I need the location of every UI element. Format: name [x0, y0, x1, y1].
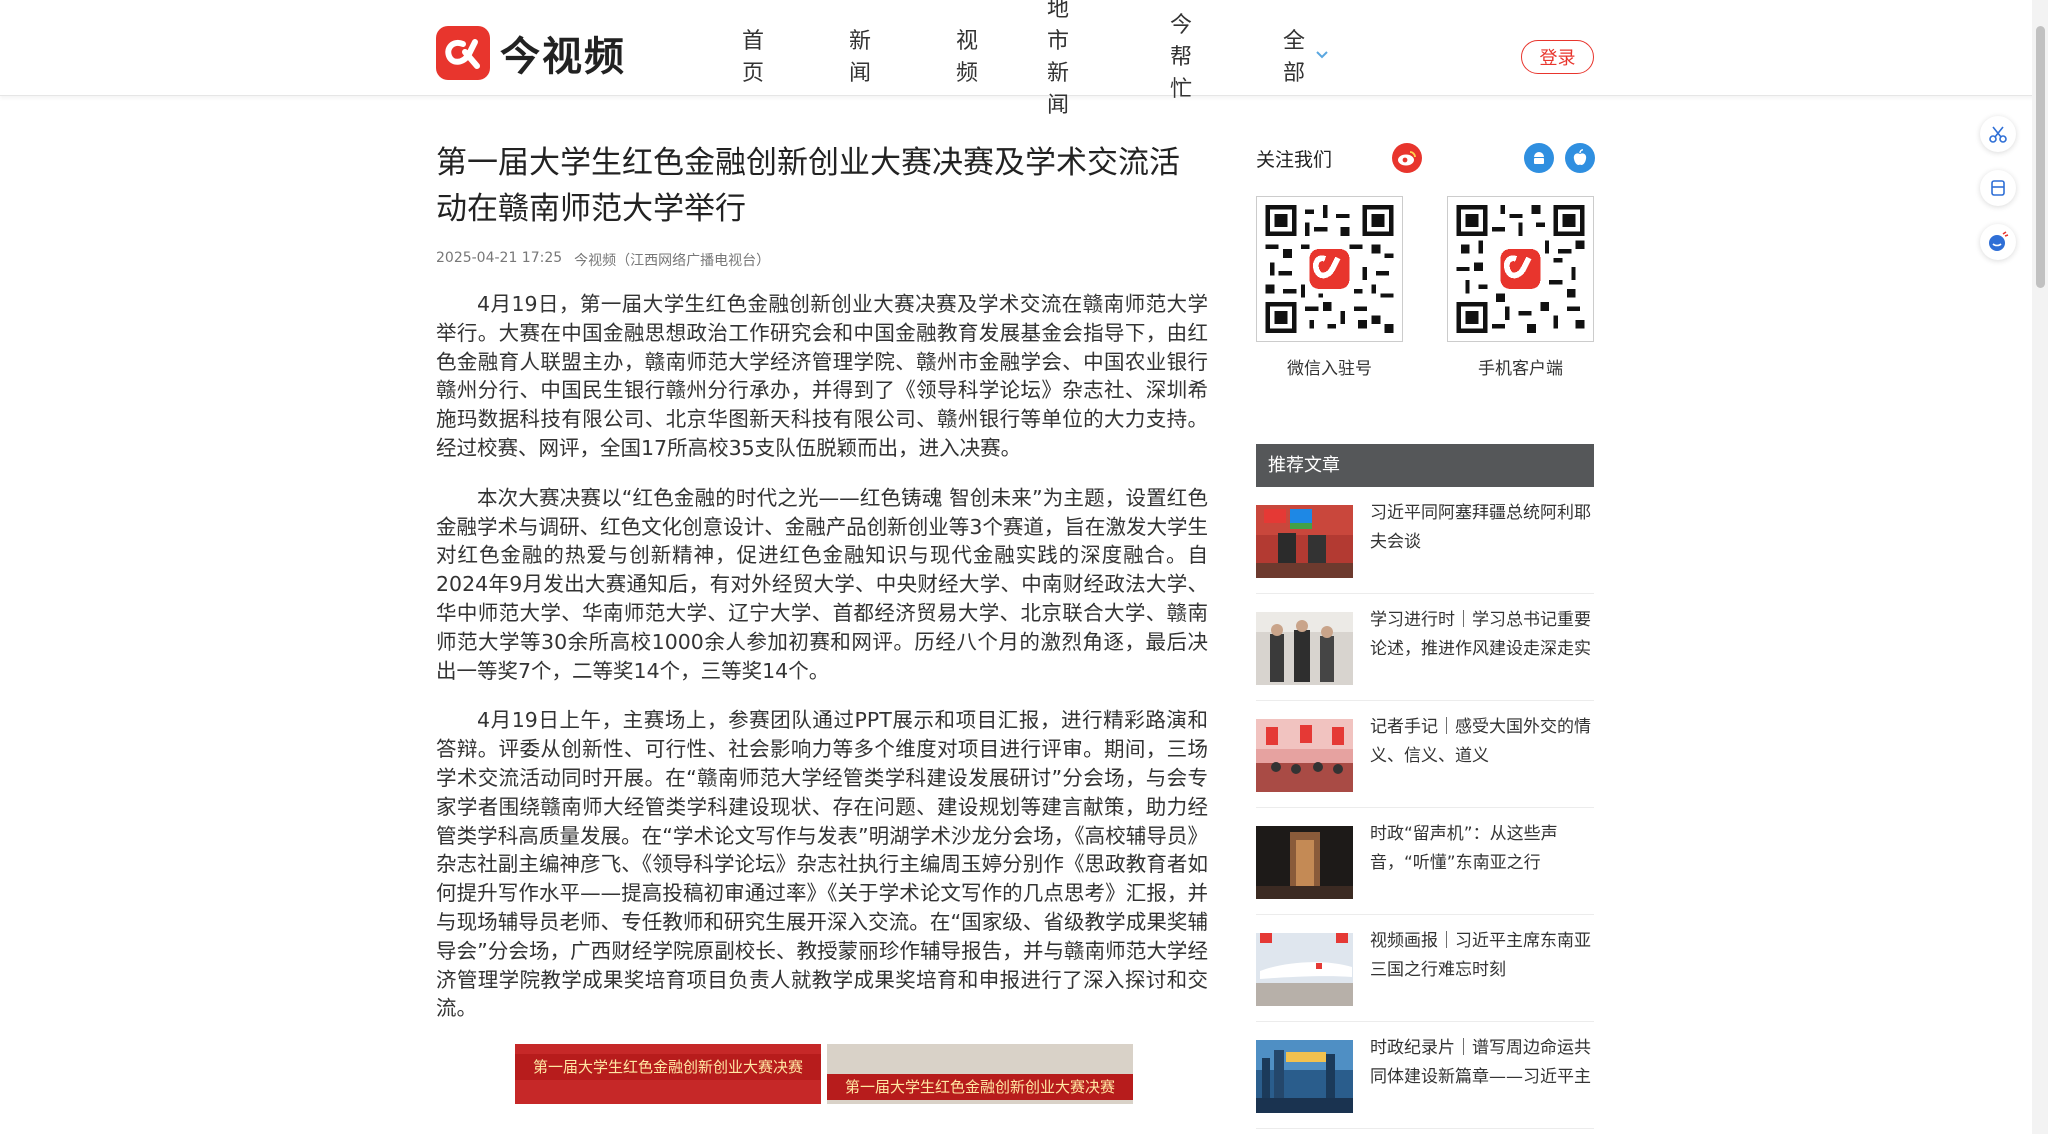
- recommend-heading: 推荐文章: [1256, 444, 1594, 487]
- article-body: 4月19日，第一届大学生红色金融创新创业大赛决赛及学术交流在赣南师范大学举行。大…: [436, 290, 1208, 1023]
- recommend-title[interactable]: 视频画报｜习近平主席东南亚三国之行难忘时刻: [1370, 927, 1594, 985]
- recommend-thumbnail[interactable]: [1256, 826, 1353, 899]
- article-paragraph: 4月19日上午，主赛场上，参赛团队通过PPT展示和项目汇报，进行精彩路演和答辩。…: [436, 708, 1208, 1021]
- article-paragraph: 本次大赛决赛以“红色金融的时代之光——红色铸魂 智创未来”为主题，设置红色金融学…: [436, 485, 1208, 683]
- recommend-item[interactable]: 习近平同阿塞拜疆总统阿利耶夫会谈: [1256, 487, 1594, 594]
- login-button[interactable]: 登录: [1521, 40, 1594, 74]
- article-photo[interactable]: 第一届大学生红色金融创新创业大赛决赛: [827, 1044, 1133, 1105]
- article-date: 2025-04-21 17:25: [436, 250, 563, 266]
- recommend-title[interactable]: 时政“留声机”：从这些声音，“听懂”东南亚之行: [1370, 820, 1594, 878]
- article-images: 第一届大学生红色金融创新创业大赛决赛 第一届大学生红色金融创新创业大赛决赛: [515, 1044, 1208, 1105]
- nav-item-local-news[interactable]: 地市新闻: [1047, 0, 1069, 118]
- recommend-thumbnail[interactable]: [1256, 505, 1353, 578]
- recommend-thumbnail[interactable]: [1256, 1040, 1353, 1113]
- site-header: 今视频 首页 新闻 视频 地市新闻 今帮忙 全部 登录: [0, 0, 2048, 118]
- nav-item-all[interactable]: 全部: [1283, 28, 1329, 86]
- follow-title: 关注我们: [1256, 148, 1333, 171]
- recommend-title[interactable]: 学习进行时｜学习总书记重要论述，推进作风建设走深走实: [1370, 606, 1594, 664]
- chevron-down-icon: [1315, 50, 1329, 60]
- article: 第一届大学生红色金融创新创业大赛决赛及学术交流活动在赣南师范大学举行 2025-…: [436, 140, 1208, 1105]
- article-meta: 2025-04-21 17:25 今视频（江西网络广播电视台）: [436, 250, 1208, 270]
- photo-banner: 第一届大学生红色金融创新创业大赛决赛: [515, 1054, 821, 1081]
- photo-banner: 第一届大学生红色金融创新创业大赛决赛: [827, 1074, 1133, 1101]
- site-logo[interactable]: 今视频: [436, 26, 626, 80]
- recommend-item[interactable]: 时政纪录片｜谱写周边命运共同体建设新篇章——习近平主: [1256, 1022, 1594, 1129]
- recommend-item[interactable]: 学习进行时｜学习总书记重要论述，推进作风建设走深走实: [1256, 594, 1594, 701]
- nav-item-all-label: 全部: [1283, 29, 1306, 86]
- recommend-thumbnail[interactable]: [1256, 933, 1353, 1006]
- recommend-item[interactable]: 视频画报｜习近平主席东南亚三国之行难忘时刻: [1256, 915, 1594, 1022]
- follow-us-panel: 关注我们 微信入驻号 手机客户端: [1256, 140, 1595, 379]
- article-photo[interactable]: 第一届大学生红色金融创新创业大赛决赛: [515, 1044, 821, 1105]
- recommend-item[interactable]: 时政“留声机”：从这些声音，“听懂”东南亚之行: [1256, 808, 1594, 915]
- nav-item-help[interactable]: 今帮忙: [1170, 13, 1192, 102]
- article-title: 第一届大学生红色金融创新创业大赛决赛及学术交流活动在赣南师范大学举行: [436, 145, 1180, 227]
- page-scrollbar[interactable]: [2032, 0, 2048, 1134]
- article-paragraph: 4月19日，第一届大学生红色金融创新创业大赛决赛及学术交流在赣南师范大学举行。大…: [436, 292, 1208, 460]
- nav-item-video[interactable]: 视频: [956, 28, 978, 86]
- app-qr-code: [1447, 196, 1594, 342]
- recommend-title[interactable]: 时政纪录片｜谱写周边命运共同体建设新篇章——习近平主: [1370, 1034, 1594, 1092]
- nav-item-home[interactable]: 首页: [742, 28, 764, 86]
- floating-toolbar: [1980, 116, 2016, 278]
- weibo-icon[interactable]: [1392, 143, 1422, 173]
- recommend-item[interactable]: 记者手记｜感受大国外交的情义、信义、道义: [1256, 701, 1594, 808]
- recommend-thumbnail[interactable]: [1256, 612, 1353, 685]
- qr-caption: 手机客户端: [1478, 359, 1563, 379]
- logo-mark-icon: [436, 26, 490, 80]
- recommend-list: 习近平同阿塞拜疆总统阿利耶夫会谈 学习进行时｜学习总书记重要论述，推进作风建设走…: [1256, 487, 1594, 1129]
- android-icon[interactable]: [1524, 143, 1554, 173]
- qr-caption: 微信入驻号: [1287, 359, 1372, 379]
- logo-text: 今视频: [500, 34, 626, 80]
- recommend-title[interactable]: 记者手记｜感受大国外交的情义、信义、道义: [1370, 713, 1594, 771]
- scissors-icon[interactable]: [1980, 116, 2016, 152]
- apple-icon[interactable]: [1565, 143, 1595, 173]
- chat-bot-icon[interactable]: [1980, 224, 2016, 260]
- scrollbar-thumb[interactable]: [2036, 26, 2045, 288]
- recommend-title[interactable]: 习近平同阿塞拜疆总统阿利耶夫会谈: [1370, 499, 1594, 557]
- bookmark-icon[interactable]: [1980, 170, 2016, 206]
- wechat-qr-code: [1256, 196, 1403, 342]
- nav-item-news[interactable]: 新闻: [849, 28, 871, 86]
- article-source: 今视频（江西网络广播电视台）: [574, 253, 771, 269]
- recommend-thumbnail[interactable]: [1256, 719, 1353, 792]
